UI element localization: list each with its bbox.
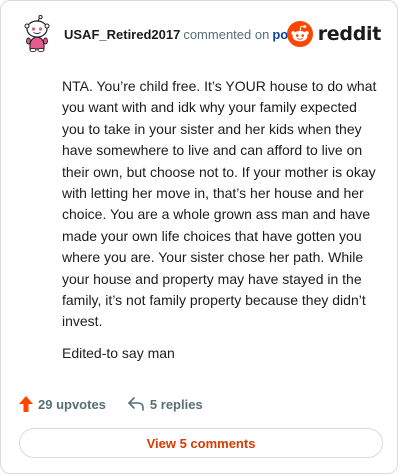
reply-count: 5 replies [149,396,203,412]
snoo-avatar-icon[interactable] [21,14,53,53]
username-link[interactable]: USAF_Retired2017 [64,27,180,42]
reddit-wordmark: reddit [317,23,382,45]
comment-actions: 29 upvotes 5 replies [19,394,203,414]
comment-body: NTA. You’re child free. It’s YOUR house … [62,76,382,374]
upvote-arrow-icon [19,396,33,412]
upvote-button[interactable]: 29 upvotes [19,396,106,412]
comment-paragraph: NTA. You’re child free. It’s YOUR house … [62,78,377,330]
reply-arrow-icon [128,397,144,411]
replies-button[interactable]: 5 replies [128,397,203,412]
reddit-logo[interactable]: reddit [286,21,382,47]
comment-paragraph: Edited-to say man [62,344,175,361]
comment-header: USAF_Retired2017 commented on post reddit [17,14,385,55]
comment-card: USAF_Retired2017 commented on post reddit … [0,0,398,474]
reddit-logo-icon [286,21,313,47]
comment-byline: USAF_Retired2017 commented on post [64,27,300,42]
upvote-count: 29 upvotes [38,396,106,412]
view-comments-button[interactable]: View 5 comments [19,428,383,458]
action-text: commented on [183,27,270,42]
